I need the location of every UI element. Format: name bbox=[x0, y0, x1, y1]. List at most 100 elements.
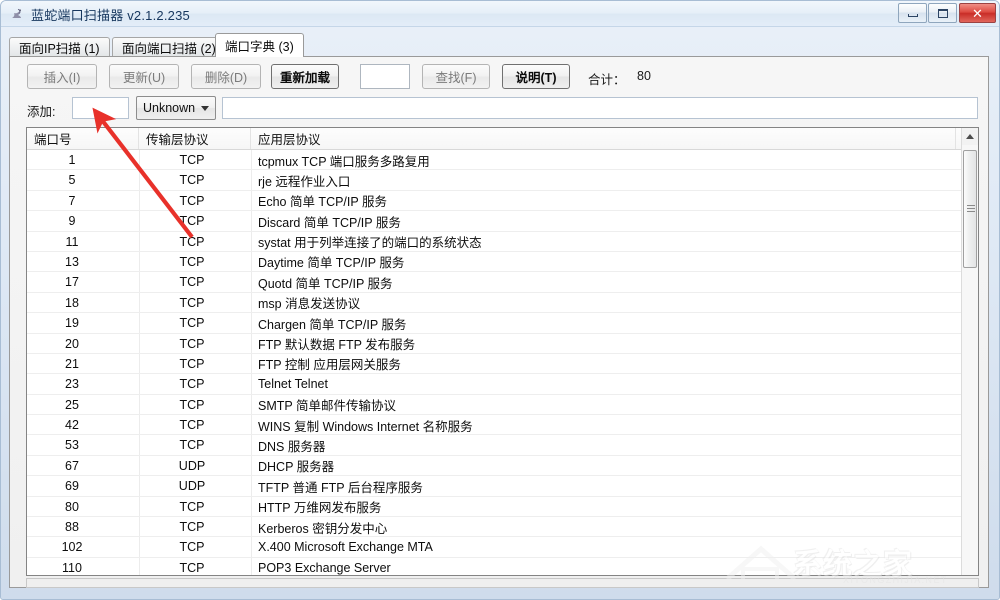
table-body: 1TCPtcpmux TCP 端口服务多路复用5TCPrje 远程作业入口7TC… bbox=[27, 150, 978, 575]
table-row[interactable]: 9TCPDiscard 简单 TCP/IP 服务 bbox=[27, 211, 978, 231]
cell-application-protocol: systat 用于列举连接了的端口的系统状态 bbox=[251, 232, 951, 252]
cell-application-protocol: tcpmux TCP 端口服务多路复用 bbox=[251, 150, 951, 170]
cell-application-protocol: DNS 服务器 bbox=[251, 435, 951, 455]
table-row[interactable]: 5TCPrje 远程作业入口 bbox=[27, 170, 978, 190]
cell-transport-protocol: TCP bbox=[139, 150, 251, 170]
cell-port: 7 bbox=[27, 191, 139, 211]
protocol-select[interactable]: Unknown bbox=[136, 96, 216, 120]
cell-application-protocol: Echo 简单 TCP/IP 服务 bbox=[251, 191, 951, 211]
cell-port: 1 bbox=[27, 150, 139, 170]
cell-transport-protocol: TCP bbox=[139, 354, 251, 374]
cell-transport-protocol: UDP bbox=[139, 476, 251, 496]
close-button[interactable]: ✕ bbox=[959, 3, 996, 23]
column-header-port[interactable]: 端口号 bbox=[27, 128, 139, 149]
table-row[interactable]: 110TCPPOP3 Exchange Server bbox=[27, 558, 978, 575]
bottom-strip bbox=[26, 578, 979, 588]
table-row[interactable]: 53TCPDNS 服务器 bbox=[27, 435, 978, 455]
cell-port: 21 bbox=[27, 354, 139, 374]
total-count: 80 bbox=[637, 69, 651, 83]
table-row[interactable]: 25TCPSMTP 简单邮件传输协议 bbox=[27, 395, 978, 415]
cell-application-protocol: FTP 默认数据 FTP 发布服务 bbox=[251, 334, 951, 354]
find-button[interactable]: 查找(F) bbox=[422, 64, 490, 89]
chevron-down-icon bbox=[201, 106, 209, 111]
cell-application-protocol: X.400 Microsoft Exchange MTA bbox=[251, 537, 951, 557]
tab-port-scan[interactable]: 面向端口扫描 (2) bbox=[112, 37, 226, 57]
scrollbar-thumb[interactable] bbox=[963, 150, 977, 268]
insert-button[interactable]: 插入(I) bbox=[27, 64, 97, 89]
cell-transport-protocol: TCP bbox=[139, 517, 251, 537]
cell-transport-protocol: UDP bbox=[139, 456, 251, 476]
add-port-input[interactable] bbox=[72, 97, 129, 119]
window-title: 蓝蛇端口扫描器 v2.1.2.235 bbox=[31, 5, 190, 24]
table-vertical-scrollbar[interactable] bbox=[961, 128, 978, 575]
table-row[interactable]: 102TCPX.400 Microsoft Exchange MTA bbox=[27, 537, 978, 557]
cell-application-protocol: SMTP 简单邮件传输协议 bbox=[251, 395, 951, 415]
cell-port: 102 bbox=[27, 537, 139, 557]
cell-transport-protocol: TCP bbox=[139, 435, 251, 455]
tab-port-dictionary[interactable]: 端口字典 (3) bbox=[215, 33, 304, 57]
minimize-button[interactable] bbox=[898, 3, 927, 23]
cell-port: 42 bbox=[27, 415, 139, 435]
cell-transport-protocol: TCP bbox=[139, 334, 251, 354]
tab-page-inner: 插入(I) 更新(U) 删除(D) 重新加载 查找(F) 说明(T) 合计： 8… bbox=[10, 57, 988, 587]
close-icon: ✕ bbox=[960, 4, 995, 22]
table-row[interactable]: 18TCPmsp 消息发送协议 bbox=[27, 293, 978, 313]
cell-port: 53 bbox=[27, 435, 139, 455]
scroll-up-button[interactable] bbox=[962, 128, 978, 145]
search-input[interactable] bbox=[360, 64, 410, 89]
table-row[interactable]: 13TCPDaytime 简单 TCP/IP 服务 bbox=[27, 252, 978, 272]
maximize-button[interactable] bbox=[928, 3, 957, 23]
title-bar: 蓝蛇端口扫描器 v2.1.2.235 ✕ bbox=[1, 1, 1000, 27]
table-row[interactable]: 23TCPTelnet Telnet bbox=[27, 374, 978, 394]
table-row[interactable]: 20TCPFTP 默认数据 FTP 发布服务 bbox=[27, 334, 978, 354]
table-row[interactable]: 69UDPTFTP 普通 FTP 后台程序服务 bbox=[27, 476, 978, 496]
cell-port: 13 bbox=[27, 252, 139, 272]
cell-application-protocol: HTTP 万维网发布服务 bbox=[251, 497, 951, 517]
table-row[interactable]: 21TCPFTP 控制 应用层网关服务 bbox=[27, 354, 978, 374]
cell-port: 19 bbox=[27, 313, 139, 333]
cell-port: 5 bbox=[27, 170, 139, 190]
cell-port: 9 bbox=[27, 211, 139, 231]
cell-transport-protocol: TCP bbox=[139, 211, 251, 231]
port-dictionary-table: 端口号 传输层协议 应用层协议 1TCPtcpmux TCP 端口服务多路复用5… bbox=[26, 127, 979, 576]
add-description-input[interactable] bbox=[222, 97, 978, 119]
tab-ip-scan[interactable]: 面向IP扫描 (1) bbox=[9, 37, 110, 57]
cell-port: 69 bbox=[27, 476, 139, 496]
table-row[interactable]: 80TCPHTTP 万维网发布服务 bbox=[27, 497, 978, 517]
total-label: 合计： bbox=[588, 69, 626, 88]
reload-button[interactable]: 重新加载 bbox=[271, 64, 339, 89]
table-row[interactable]: 7TCPEcho 简单 TCP/IP 服务 bbox=[27, 191, 978, 211]
cell-port: 110 bbox=[27, 558, 139, 575]
cell-application-protocol: Telnet Telnet bbox=[251, 374, 951, 394]
cell-application-protocol: FTP 控制 应用层网关服务 bbox=[251, 354, 951, 374]
table-row[interactable]: 67UDPDHCP 服务器 bbox=[27, 456, 978, 476]
column-header-application-protocol[interactable]: 应用层协议 bbox=[251, 128, 956, 149]
cell-application-protocol: Chargen 简单 TCP/IP 服务 bbox=[251, 313, 951, 333]
cell-transport-protocol: TCP bbox=[139, 415, 251, 435]
table-row[interactable]: 42TCPWINS 复制 Windows Internet 名称服务 bbox=[27, 415, 978, 435]
cell-application-protocol: TFTP 普通 FTP 后台程序服务 bbox=[251, 476, 951, 496]
cell-transport-protocol: TCP bbox=[139, 497, 251, 517]
delete-button[interactable]: 删除(D) bbox=[191, 64, 261, 89]
cell-transport-protocol: TCP bbox=[139, 191, 251, 211]
cell-application-protocol: DHCP 服务器 bbox=[251, 456, 951, 476]
table-row[interactable]: 1TCPtcpmux TCP 端口服务多路复用 bbox=[27, 150, 978, 170]
cell-transport-protocol: TCP bbox=[139, 252, 251, 272]
app-snake-icon bbox=[9, 6, 25, 22]
cell-transport-protocol: TCP bbox=[139, 170, 251, 190]
column-header-transport-protocol[interactable]: 传输层协议 bbox=[139, 128, 251, 149]
cell-application-protocol: WINS 复制 Windows Internet 名称服务 bbox=[251, 415, 951, 435]
cell-port: 18 bbox=[27, 293, 139, 313]
tab-page-port-dictionary: 插入(I) 更新(U) 删除(D) 重新加载 查找(F) 说明(T) 合计： 8… bbox=[9, 56, 989, 588]
cell-transport-protocol: TCP bbox=[139, 272, 251, 292]
table-row[interactable]: 19TCPChargen 简单 TCP/IP 服务 bbox=[27, 313, 978, 333]
update-button[interactable]: 更新(U) bbox=[109, 64, 179, 89]
help-button[interactable]: 说明(T) bbox=[502, 64, 570, 89]
table-row[interactable]: 88TCPKerberos 密钥分发中心 bbox=[27, 517, 978, 537]
cell-port: 11 bbox=[27, 232, 139, 252]
table-row[interactable]: 17TCPQuotd 简单 TCP/IP 服务 bbox=[27, 272, 978, 292]
cell-port: 17 bbox=[27, 272, 139, 292]
cell-transport-protocol: TCP bbox=[139, 537, 251, 557]
application-window: 蓝蛇端口扫描器 v2.1.2.235 ✕ 面向IP扫描 (1) 面向端口扫描 (… bbox=[0, 0, 1000, 600]
table-row[interactable]: 11TCPsystat 用于列举连接了的端口的系统状态 bbox=[27, 232, 978, 252]
